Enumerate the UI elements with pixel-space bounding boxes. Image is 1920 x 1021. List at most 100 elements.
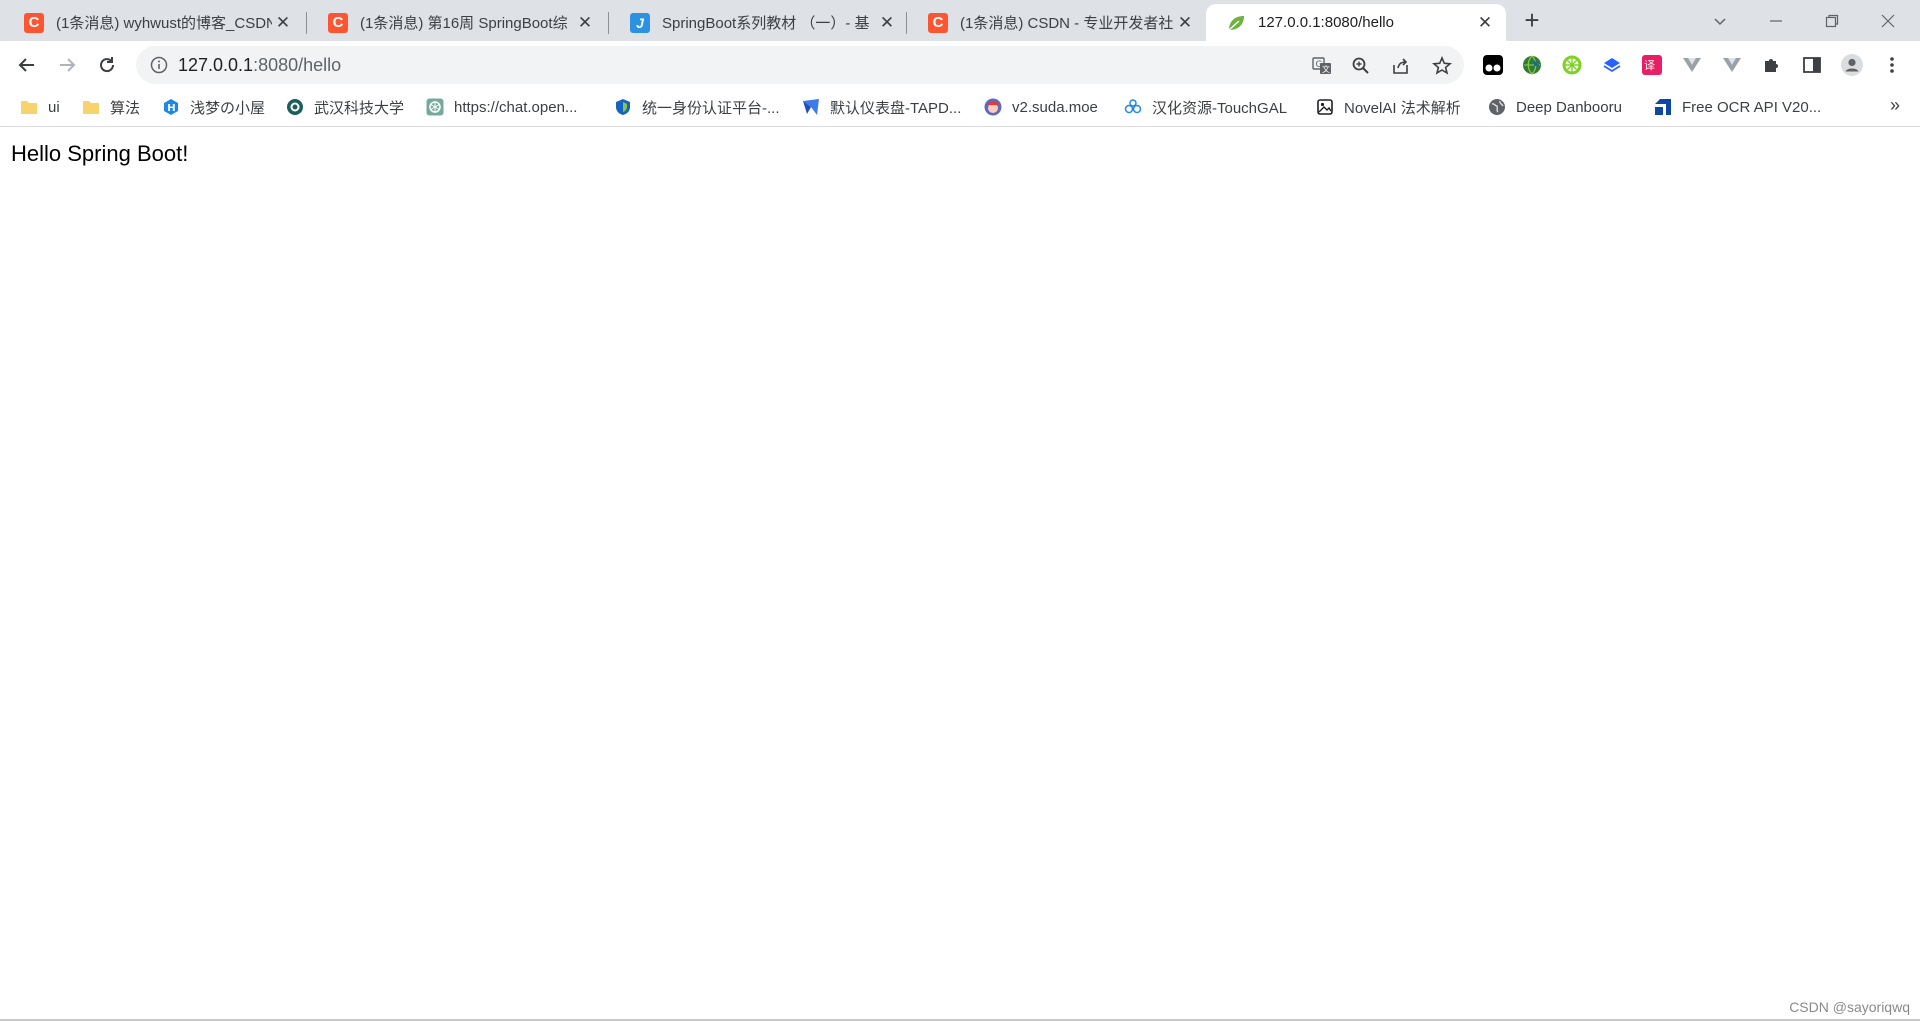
tab-title: (1条消息) wyhwust的博客_CSDN xyxy=(56,15,272,32)
side-panel-button[interactable] xyxy=(1799,52,1825,78)
bookmark-suda[interactable]: v2.suda.moe xyxy=(984,89,1098,125)
touchgal-icon xyxy=(1124,99,1142,114)
new-tab-button[interactable]: + xyxy=(1518,5,1546,35)
translate-button[interactable]: G文 xyxy=(1310,54,1334,78)
tab-title: (1条消息) CSDN - 专业开发者社 xyxy=(960,15,1174,32)
tab-separator xyxy=(608,12,609,34)
bookmark-deep-danbooru[interactable]: Deep Danbooru xyxy=(1488,89,1622,125)
extension-tampermonkey[interactable] xyxy=(1480,52,1506,78)
tab-title: SpringBoot系列教材 （一）- 基 xyxy=(662,15,870,32)
extension-green[interactable] xyxy=(1559,52,1585,78)
arrow-right-icon xyxy=(60,58,76,72)
puzzle-icon xyxy=(1765,59,1778,72)
bookmark-label: https://chat.open... xyxy=(454,98,578,116)
zoom-button[interactable] xyxy=(1349,54,1373,78)
profile-button[interactable] xyxy=(1839,52,1865,78)
chevron-down-icon xyxy=(1714,17,1726,25)
tab-title: (1条消息) 第16周 SpringBoot综 xyxy=(360,15,568,32)
extension-idm[interactable] xyxy=(1519,52,1545,78)
close-icon[interactable]: ✕ xyxy=(1174,12,1196,34)
bookmark-label: 算法 xyxy=(110,99,141,117)
url-path: :8080/hello xyxy=(253,55,342,75)
url-text[interactable]: 127.0.0.1:8080/hello xyxy=(178,46,341,84)
hello-text: Hello Spring Boot! xyxy=(11,141,189,166)
bookmark-label: 武汉科技大学 xyxy=(314,99,405,117)
share-button[interactable] xyxy=(1389,54,1413,78)
extension-v2[interactable] xyxy=(1719,52,1745,78)
bookmark-unified-auth[interactable]: 统一身份认证平台-... xyxy=(614,89,780,125)
bookmark-tapd[interactable]: 默认仪表盘-TAPD... xyxy=(802,89,961,125)
tab-strip: C (1条消息) wyhwust的博客_CSDN ✕ C (1条消息) 第16周… xyxy=(0,0,1920,41)
page-content: Hello Spring Boot! CSDN @sayoriqwq xyxy=(0,127,1920,1021)
address-bar[interactable]: 127.0.0.1:8080/hello G文 xyxy=(136,46,1464,84)
bookmark-folder-ui[interactable]: ui xyxy=(20,89,60,125)
close-icon[interactable]: ✕ xyxy=(272,12,294,34)
close-icon[interactable]: ✕ xyxy=(574,12,596,34)
back-button[interactable] xyxy=(11,49,43,81)
bookmark-label: ui xyxy=(48,98,60,116)
extensions-button[interactable] xyxy=(1759,52,1785,78)
openai-icon xyxy=(426,98,444,116)
csdn-icon: C xyxy=(328,12,348,33)
watermark: CSDN @sayoriqwq xyxy=(1789,999,1910,1015)
bookmark-novelai[interactable]: NovelAI 法术解析 xyxy=(1316,89,1461,125)
more-bookmarks-button[interactable]: » xyxy=(1890,95,1900,116)
menu-button[interactable] xyxy=(1879,52,1905,78)
tab-search-button[interactable] xyxy=(1692,0,1748,41)
tab-2[interactable]: C (1条消息) 第16周 SpringBoot综 ✕ xyxy=(308,4,606,41)
ocr-icon xyxy=(1655,99,1671,115)
h-icon: H xyxy=(164,99,178,115)
close-icon xyxy=(1881,14,1895,27)
download-globe-icon xyxy=(1523,55,1541,75)
bookmark-label: 默认仪表盘-TAPD... xyxy=(830,99,962,117)
university-icon xyxy=(287,99,303,115)
minimize-button[interactable] xyxy=(1748,0,1804,41)
kebab-menu-icon xyxy=(1890,57,1894,73)
bookmark-label: 汉化资源-TouchGAL xyxy=(1152,99,1288,117)
tab-1[interactable]: C (1条消息) wyhwust的博客_CSDN ✕ xyxy=(4,4,304,41)
csdn-icon: C xyxy=(24,12,44,33)
extension-layers[interactable] xyxy=(1599,52,1625,78)
tampermonkey-icon xyxy=(1483,55,1503,75)
j-icon: J xyxy=(630,12,650,33)
shield-icon xyxy=(616,99,630,115)
tab-title: 127.0.0.1:8080/hello xyxy=(1258,14,1394,31)
extension-translate[interactable]: 译 xyxy=(1639,52,1665,78)
bookmark-label: Free OCR API V20... xyxy=(1682,98,1822,116)
bookmark-free-ocr[interactable]: Free OCR API V20... xyxy=(1654,89,1821,125)
tapd-icon xyxy=(803,99,819,115)
svg-text:H: H xyxy=(167,103,175,114)
bookmark-label: v2.suda.moe xyxy=(1012,98,1098,116)
tab-3[interactable]: J SpringBoot系列教材 （一）- 基 ✕ xyxy=(610,4,908,41)
close-icon[interactable]: ✕ xyxy=(1474,12,1496,34)
tab-4[interactable]: C (1条消息) CSDN - 专业开发者社 ✕ xyxy=(908,4,1206,41)
translate-icon: G文 xyxy=(1312,57,1331,74)
bookmarks-bar: ui 算法 H 浅梦の小屋 武汉科技大学 https://chat.open..… xyxy=(0,89,1920,127)
bookmark-qianmeng[interactable]: H 浅梦の小屋 xyxy=(162,89,265,125)
bookmark-label: NovelAI 法术解析 xyxy=(1344,99,1461,117)
restore-icon xyxy=(1825,14,1839,27)
zoom-icon xyxy=(1352,57,1369,74)
vue-devtools-icon xyxy=(1723,58,1741,72)
extension-v1[interactable] xyxy=(1679,52,1705,78)
tab-separator xyxy=(306,12,307,34)
close-window-button[interactable] xyxy=(1860,0,1916,41)
arrow-left-icon xyxy=(18,58,34,72)
bookmark-folder-algorithm[interactable]: 算法 xyxy=(82,89,140,125)
folder-icon xyxy=(21,101,37,114)
info-icon[interactable] xyxy=(150,56,168,74)
bookmark-star-button[interactable] xyxy=(1430,54,1454,78)
lime-icon xyxy=(1562,55,1582,75)
browser-toolbar: 127.0.0.1:8080/hello G文 译 xyxy=(0,41,1920,89)
bookmark-chat-openai[interactable]: https://chat.open... xyxy=(426,89,577,125)
close-icon[interactable]: ✕ xyxy=(876,12,898,34)
restore-button[interactable] xyxy=(1804,0,1860,41)
bookmark-label: 统一身份认证平台-... xyxy=(642,99,780,117)
reload-button[interactable] xyxy=(91,49,123,81)
url-host: 127.0.0.1 xyxy=(178,55,254,75)
bookmark-wust[interactable]: 武汉科技大学 xyxy=(286,89,404,125)
forward-button[interactable] xyxy=(51,49,83,81)
bookmark-touchgal[interactable]: 汉化资源-TouchGAL xyxy=(1124,89,1287,125)
reload-icon xyxy=(100,57,115,73)
tab-5-active[interactable]: 127.0.0.1:8080/hello ✕ xyxy=(1206,4,1506,41)
